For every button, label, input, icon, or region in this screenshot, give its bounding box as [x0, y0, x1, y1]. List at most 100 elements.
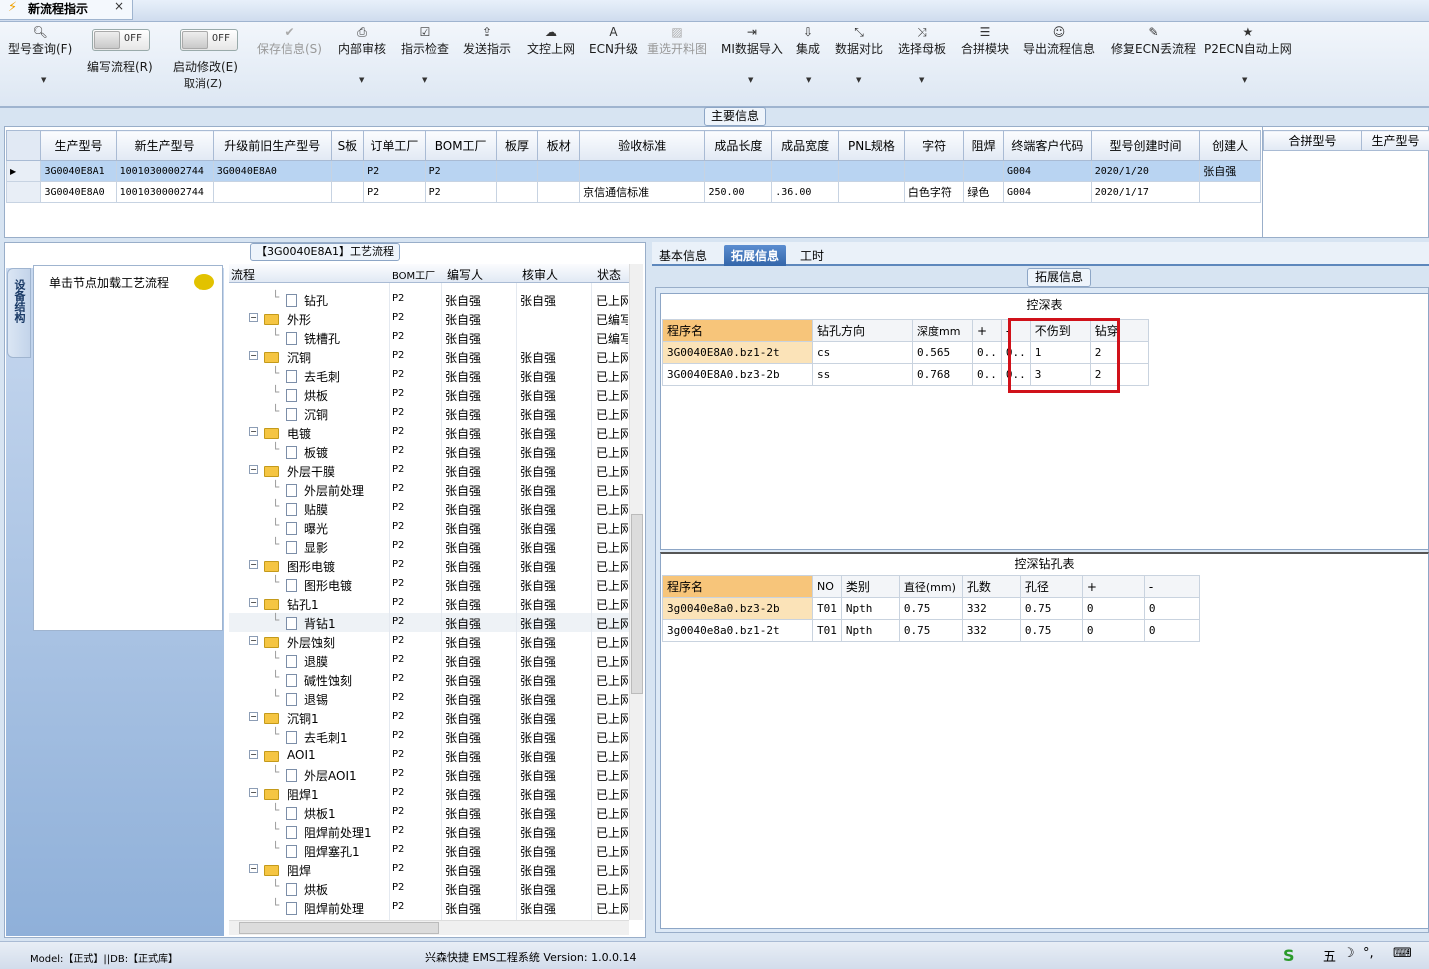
table-cell[interactable]: 0.. [972, 341, 1002, 364]
col-header[interactable]: 成品长度 [704, 130, 773, 161]
internal-review-button[interactable]: ⎙ 内部审核 [338, 24, 386, 57]
table-cell[interactable]: P2 [424, 160, 497, 182]
tree-node[interactable]: − AOI1 P2 张自强 张自强 已上网 [229, 746, 629, 765]
col-header[interactable]: 订单工厂 [363, 130, 426, 161]
tree-node[interactable]: └ 贴膜 P2 张自强 张自强 已上网 [229, 499, 629, 518]
table-cell[interactable] [838, 160, 905, 182]
table-cell[interactable]: Npth [840, 619, 900, 642]
close-tab-icon[interactable]: × [114, 0, 124, 13]
col-header[interactable]: BOM工厂 [424, 130, 497, 161]
table-cell[interactable]: 0.. [972, 363, 1002, 386]
table-cell[interactable]: 0.75 [1019, 619, 1083, 642]
col-header[interactable]: 孔数 [961, 575, 1021, 598]
tree-node[interactable]: └ 图形电镀 P2 张自强 张自强 已上网 [229, 575, 629, 594]
table-cell[interactable]: 京信通信标准 [579, 181, 706, 203]
doc-control-online-button[interactable]: ☁ 文控上网 [527, 24, 575, 57]
tree-horizontal-scrollbar[interactable] [229, 920, 629, 935]
table-cell[interactable]: .36.00 [771, 181, 840, 203]
table-cell[interactable] [1199, 181, 1261, 203]
tree-node[interactable]: └ 外层前处理 P2 张自强 张自强 已上网 [229, 480, 629, 499]
col-header[interactable]: 深度mm [912, 319, 973, 342]
tree-node[interactable]: └ 显影 P2 张自强 张自强 已上网 [229, 537, 629, 556]
table-cell[interactable]: 10010300002744 [115, 181, 214, 203]
table-cell[interactable]: 3G0040E8A0.bz3-2b [662, 363, 813, 386]
table-cell[interactable]: 3g0040e8a0.bz3-2b [662, 597, 813, 620]
table-cell[interactable]: 3G0040E8A1 [40, 160, 117, 182]
table-cell[interactable]: 0 [1081, 619, 1145, 642]
chevron-down-icon[interactable]: ▼ [1242, 76, 1247, 84]
table-cell[interactable]: 2020/1/17 [1090, 181, 1201, 203]
tree-node[interactable]: └ 钻孔 P2 张自强 张自强 已上网 [229, 290, 629, 309]
col-header[interactable]: + [972, 319, 1002, 342]
chevron-down-icon[interactable]: ▼ [359, 76, 364, 84]
table-cell[interactable]: 0.75 [898, 619, 963, 642]
table-row[interactable]: 3g0040e8a0.bz1-2t T01 Npth 0.75 332 0.75 0 0 [662, 619, 1200, 642]
table-cell[interactable]: 张自强 [1199, 160, 1261, 182]
table-cell[interactable]: 绿色 [963, 181, 1004, 203]
tree-node[interactable]: └ 阻焊前处理 P2 张自强 张自强 已上网 [229, 898, 629, 917]
table-cell[interactable]: P2 [363, 181, 426, 203]
tree-node[interactable]: └ 阻焊塞孔1 P2 张自强 张自强 已上网 [229, 841, 629, 860]
col-header[interactable]: 钻孔方向 [812, 319, 913, 342]
tree-node[interactable]: └ 去毛刺 P2 张自强 张自强 已上网 [229, 366, 629, 385]
tree-node[interactable]: − 沉铜 P2 张自强 张自强 已上网 [229, 347, 629, 366]
mi-data-import-button[interactable]: ⇥ MI数据导入 [721, 24, 783, 57]
table-cell[interactable]: 10010300002744 [115, 160, 214, 182]
table-cell[interactable]: 2020/1/20 [1090, 160, 1201, 182]
tree-node[interactable]: − 外层蚀刻 P2 张自强 张自强 已上网 [229, 632, 629, 651]
keyboard-icon[interactable]: ⌨ [1393, 946, 1412, 961]
write-flow-toggle[interactable]: OFF [92, 29, 150, 51]
select-motherboard-button[interactable]: ⤨ 选择母板 [898, 24, 946, 57]
table-row[interactable]: 3G0040E8A0 10010300002744 P2 P2 京信通信标准 250.00… [5, 181, 1261, 203]
table-cell[interactable] [704, 160, 773, 182]
tree-node[interactable]: └ 烘板 P2 张自强 张自强 已上网 [229, 385, 629, 404]
col-header[interactable]: + [1081, 575, 1145, 598]
table-cell[interactable] [330, 160, 365, 182]
sogou-ime-icon[interactable]: S [1283, 946, 1295, 965]
table-cell[interactable] [537, 160, 581, 182]
export-flow-info-button[interactable]: ☺ 导出流程信息 [1023, 24, 1095, 57]
tree-node[interactable]: └ 板镀 P2 张自强 张自强 已上网 [229, 442, 629, 461]
col-header[interactable]: 孔径 [1019, 575, 1083, 598]
col-header[interactable]: 生产型号 [40, 130, 117, 161]
table-cell[interactable] [537, 181, 581, 203]
tree-node[interactable]: − 沉铜1 P2 张自强 张自强 已上网 [229, 708, 629, 727]
col-header[interactable]: 成品宽度 [771, 130, 840, 161]
cancel-label[interactable]: 取消(Z) [184, 75, 222, 91]
table-cell[interactable]: 332 [961, 597, 1021, 620]
ime-mode-label[interactable]: 五 [1323, 946, 1336, 965]
chevron-down-icon[interactable]: ▼ [748, 76, 753, 84]
chevron-down-icon[interactable]: ▼ [41, 76, 46, 84]
table-cell[interactable]: 3G0040E8A0 [40, 181, 117, 203]
moon-icon[interactable]: ☽ [1343, 946, 1355, 961]
table-cell[interactable] [838, 181, 905, 203]
start-modify-toggle[interactable]: OFF [180, 29, 238, 51]
col-header[interactable]: 流程 [231, 266, 255, 283]
tree-node[interactable]: − 阻焊1 P2 张自强 张自强 已上网 [229, 784, 629, 803]
table-cell[interactable]: 白色字符 [903, 181, 965, 203]
table-cell[interactable]: 0 [1081, 597, 1145, 620]
table-cell[interactable]: P2 [424, 181, 497, 203]
table-cell[interactable]: T01 [812, 619, 842, 642]
table-cell[interactable] [903, 160, 965, 182]
tree-node[interactable]: − 阻焊 P2 张自强 张自强 已上网 [229, 860, 629, 879]
table-row[interactable]: ▶ 3G0040E8A1 10010300002744 3G0040E8A0 P2 P2 G… [5, 160, 1261, 182]
col-header[interactable]: 合拼型号 [1263, 130, 1362, 151]
col-header[interactable]: 直径(mm) [898, 575, 963, 598]
col-header[interactable]: 程序名 [662, 575, 813, 598]
table-cell[interactable]: cs [812, 341, 913, 364]
table-cell[interactable] [212, 181, 332, 203]
tab-work-hours[interactable]: 工时 [793, 245, 831, 266]
tree-node[interactable]: └ 退锡 P2 张自强 张自强 已上网 [229, 689, 629, 708]
col-header[interactable]: 创建人 [1199, 130, 1261, 161]
table-cell[interactable]: 0.75 [1019, 597, 1083, 620]
merge-module-button[interactable]: ☰ 合拼模块 [961, 24, 1009, 57]
col-header[interactable]: PNL规格 [838, 130, 905, 161]
tree-node[interactable]: └ 碱性蚀刻 P2 张自强 张自强 已上网 [229, 670, 629, 689]
col-header[interactable]: 型号创建时间 [1090, 130, 1201, 161]
table-cell[interactable]: Npth [840, 597, 900, 620]
tree-node[interactable]: └ 背钻1 P2 张自强 张自强 已上网 [229, 613, 629, 632]
tree-node[interactable]: └ 烘板1 P2 张自强 张自强 已上网 [229, 803, 629, 822]
table-cell[interactable]: 3g0040e8a0.bz1-2t [662, 619, 813, 642]
table-cell[interactable]: G004 [1003, 160, 1092, 182]
